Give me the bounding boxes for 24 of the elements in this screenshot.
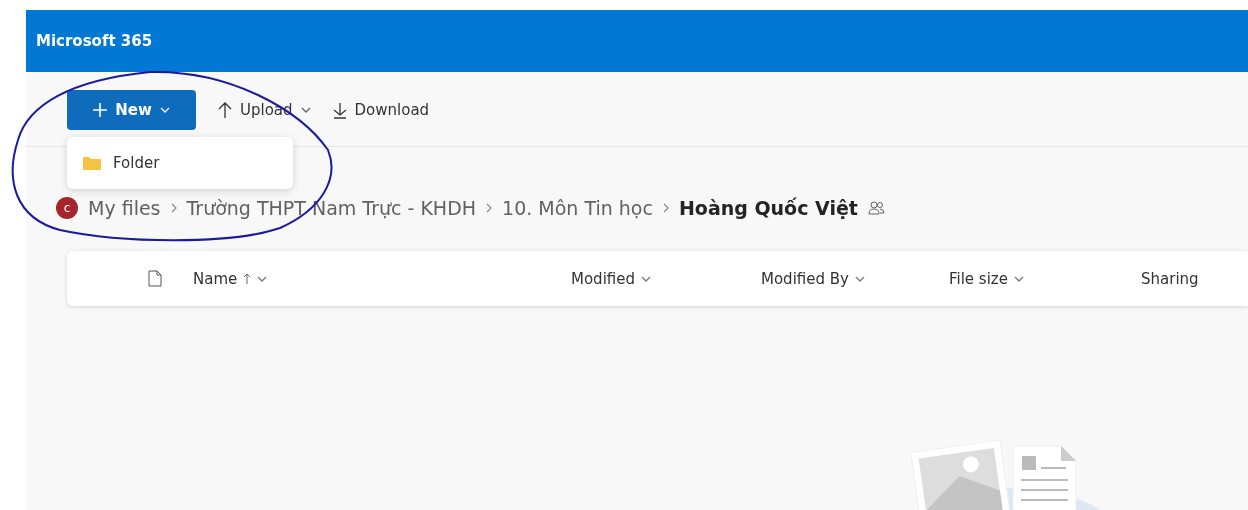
download-button[interactable]: Download [332,101,430,119]
breadcrumb-link[interactable]: Hoàng Quốc Việt [678,197,858,219]
arrow-up-icon [218,101,232,119]
chevron-right-icon [170,203,177,213]
column-header[interactable]: Name [193,269,268,288]
column-header[interactable]: Modified By [761,269,865,288]
plus-icon [93,103,108,117]
chevron-right-icon [662,203,669,213]
new-button[interactable]: New [67,90,196,130]
folder-icon [83,156,101,170]
column-header[interactable]: Sharing [1141,269,1199,288]
caret-down-icon [159,107,170,113]
app-title: Microsoft 365 [36,32,153,50]
column-header[interactable]: Modified [571,269,651,288]
arrow-up-icon [243,273,252,284]
download-icon [332,101,347,119]
menu-item[interactable]: Folder [67,143,293,183]
chevron-right-icon [486,203,493,213]
column-header[interactable]: File size [949,269,1024,288]
user-avatar: c [56,197,78,219]
file-icon [148,270,162,287]
breadcrumb-link[interactable]: My files [88,197,161,219]
breadcrumb-link[interactable]: Trường THPT Nam Trực - KHDH [186,197,477,219]
breadcrumb-link[interactable]: 10. Môn Tin học [502,197,653,219]
